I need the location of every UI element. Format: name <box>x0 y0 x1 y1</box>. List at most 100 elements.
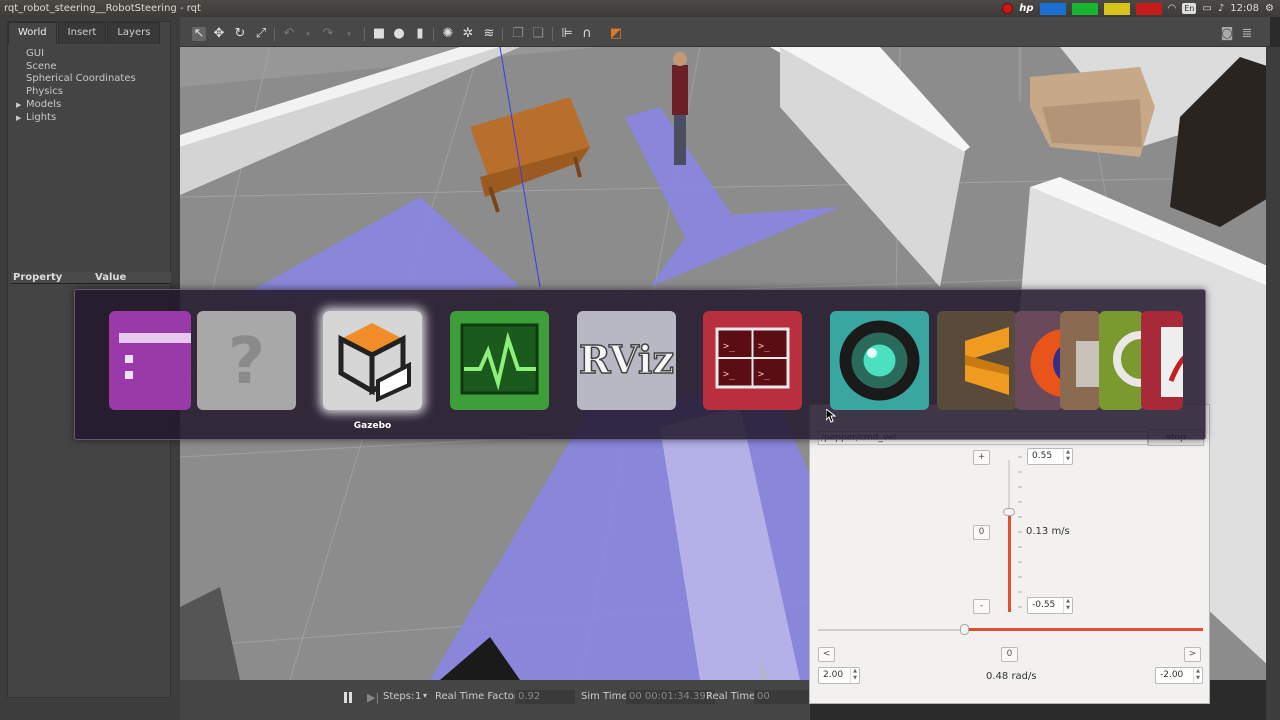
app-terminator[interactable]: >_ >_ >_ >_ <box>703 311 802 410</box>
tree-item-models[interactable]: ▶ Models <box>16 99 170 112</box>
value-column[interactable]: Value <box>93 272 171 284</box>
redo-dropdown-icon[interactable]: ▾ <box>342 27 356 41</box>
angular-velocity-readout: 0.48 rad/s <box>986 671 1037 682</box>
net-monitor <box>1103 2 1130 15</box>
app-firefox[interactable] <box>1015 311 1063 410</box>
max-angular-spinbox[interactable]: 2.00 ▲ ▼ <box>818 667 860 684</box>
scale-icon[interactable]: ⤢ <box>254 27 268 41</box>
point-light-icon[interactable]: ✺ <box>441 27 455 41</box>
real-time-label: Real Time: <box>706 691 759 702</box>
tree-item-lights[interactable]: ▶ Lights <box>16 112 170 125</box>
translate-icon[interactable]: ✥ <box>212 27 226 41</box>
expand-arrow-icon[interactable]: ▶ <box>16 112 26 125</box>
spin-arrows-icon[interactable]: ▲ ▼ <box>1063 598 1072 613</box>
screenshot-icon[interactable]: ◙ <box>1220 27 1234 41</box>
max-linear-spinbox[interactable]: 0.55 ▲ ▼ <box>1027 448 1073 465</box>
pause-icon[interactable] <box>343 692 353 703</box>
rviz-icon: RViz <box>577 311 676 410</box>
align-icon[interactable]: ⊫ <box>560 27 574 41</box>
arrow-select-icon[interactable]: ↖ <box>192 27 206 41</box>
spin-arrows-icon[interactable]: ▲ ▼ <box>850 668 859 683</box>
undo-icon[interactable]: ↶ <box>282 27 296 41</box>
spot-light-icon[interactable]: ✲ <box>461 27 475 41</box>
toolbar-separator <box>274 27 275 41</box>
app-rqt-plot[interactable] <box>450 311 549 410</box>
real-time-value: 00 00:01:40 <box>754 690 810 704</box>
question-mark-icon: ? <box>197 311 296 410</box>
decrease-linear-button[interactable]: - <box>973 599 990 614</box>
mem-monitor <box>1071 2 1098 15</box>
increase-linear-button[interactable]: + <box>973 450 990 465</box>
power-gear-icon[interactable]: ⚙ <box>1265 0 1274 17</box>
tree-item-physics[interactable]: Physics <box>16 86 170 99</box>
app-rviz[interactable]: RViz <box>577 311 676 410</box>
linear-slider-handle[interactable] <box>1003 508 1015 516</box>
paste-icon[interactable]: ❏ <box>531 27 545 41</box>
firefox-icon <box>1015 311 1063 410</box>
step-icon[interactable]: ▶| <box>367 691 379 704</box>
linear-slider-ticks <box>1018 456 1022 608</box>
gazebo-icon <box>323 311 422 410</box>
app-files[interactable] <box>1060 311 1100 410</box>
app-pdf[interactable] <box>1141 311 1183 410</box>
directional-light-icon[interactable]: ≋ <box>482 27 496 41</box>
copy-icon[interactable]: ❐ <box>511 27 525 41</box>
app-sublime[interactable] <box>937 311 1017 410</box>
log-icon[interactable]: ≣ <box>1240 27 1254 41</box>
angular-left-button[interactable]: < <box>818 647 835 662</box>
tree-item-spherical[interactable]: Spherical Coordinates <box>16 73 170 86</box>
spin-arrows-icon[interactable]: ▲ ▼ <box>1193 668 1202 683</box>
redo-icon[interactable]: ↷ <box>321 27 335 41</box>
angular-slider-handle[interactable] <box>960 624 969 635</box>
svg-text:>_: >_ <box>723 341 736 352</box>
cpu-monitor <box>1039 2 1066 15</box>
property-column[interactable]: Property <box>11 272 93 284</box>
wifi-icon[interactable]: ◠ <box>1168 0 1177 17</box>
app-unknown[interactable]: ? <box>197 311 296 410</box>
svg-text:>_: >_ <box>758 369 771 380</box>
min-angular-spinbox[interactable]: -2.00 ▲ ▼ <box>1155 667 1203 684</box>
volume-icon[interactable]: ♪ <box>1218 0 1224 17</box>
rotate-icon[interactable]: ↻ <box>233 27 247 41</box>
files-icon <box>1060 311 1100 410</box>
world-tree: GUI Scene Spherical Coordinates Physics … <box>8 44 170 124</box>
sublime-text-icon <box>937 311 1017 410</box>
app-switcher: ? Gazebo RViz >_ >_ >_ >_ <box>74 289 1206 440</box>
tab-layers[interactable]: Layers <box>107 22 161 44</box>
app-purple[interactable] <box>109 311 191 410</box>
angular-reset-button[interactable]: 0 <box>1001 647 1018 662</box>
snap-icon[interactable]: ∩ <box>580 27 594 41</box>
app-camera[interactable] <box>830 311 929 410</box>
angular-slider-fill <box>965 628 1203 631</box>
selected-app-label: Gazebo <box>353 421 392 431</box>
tab-insert[interactable]: Insert <box>57 22 107 44</box>
tab-world[interactable]: World <box>8 22 57 44</box>
search-icon <box>1099 311 1143 410</box>
camera-lens-icon <box>830 311 929 410</box>
robot-steering-window: /pepper/cmd_vel stop + 0 - 0.55 ▲▼ -0.55… <box>809 404 1210 704</box>
box-icon[interactable]: ■ <box>372 27 386 41</box>
cylinder-icon[interactable]: ▮ <box>413 27 427 41</box>
window-title: rqt_robot_steering__RobotSteering - rqt <box>4 3 201 14</box>
battery-icon[interactable]: ▭ <box>1202 0 1211 17</box>
expand-arrow-icon[interactable]: ▶ <box>16 99 26 112</box>
sphere-icon[interactable]: ● <box>392 27 406 41</box>
toolbar-separator <box>502 27 503 41</box>
reset-linear-button[interactable]: 0 <box>973 525 990 540</box>
app-gazebo[interactable] <box>323 311 422 410</box>
app-search[interactable] <box>1099 311 1143 410</box>
angular-right-button[interactable]: > <box>1184 647 1201 662</box>
tree-item-scene[interactable]: Scene <box>16 61 170 74</box>
record-icon[interactable] <box>1002 3 1014 14</box>
undo-dropdown-icon[interactable]: ▾ <box>301 27 315 41</box>
keyboard-layout[interactable]: En <box>1182 3 1197 14</box>
color-icon[interactable]: ◩ <box>609 27 623 41</box>
steps-dropdown-icon[interactable]: ▾ <box>423 691 427 700</box>
tree-item-gui[interactable]: GUI <box>16 48 170 61</box>
panel-tabs: World Insert Layers <box>8 22 170 44</box>
right-scroll-strip[interactable] <box>1266 47 1280 720</box>
min-linear-spinbox[interactable]: -0.55 ▲ ▼ <box>1027 597 1073 614</box>
spin-arrows-icon[interactable]: ▲ ▼ <box>1063 449 1072 464</box>
steps-value[interactable]: 1 <box>415 691 421 702</box>
clock[interactable]: 12:08 <box>1230 0 1259 17</box>
